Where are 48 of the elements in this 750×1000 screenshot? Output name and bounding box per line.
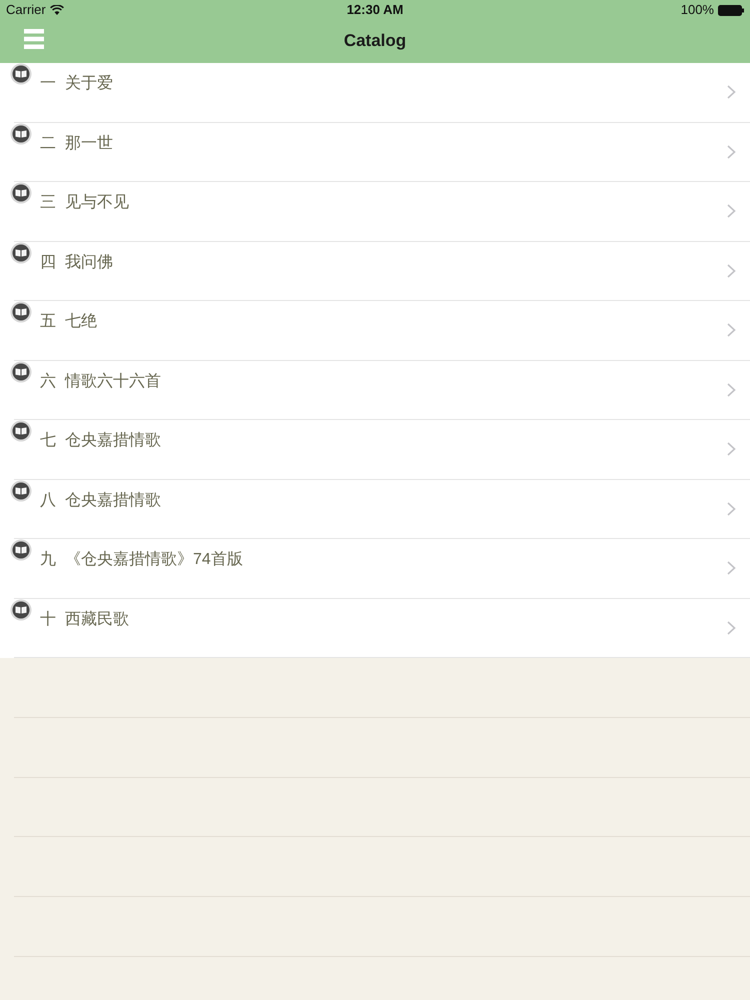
chapter-title: 仓央嘉措情歌 [65,430,161,451]
chapter-number: 五 [40,312,56,332]
chevron-right-icon [727,561,736,575]
chapter-number: 四 [40,252,56,272]
chapter-number: 二 [40,134,56,154]
book-icon [10,480,32,502]
carrier-label: Carrier [6,1,46,20]
chapter-title: 关于爱 [65,74,113,94]
chevron-right-icon [727,144,736,158]
chevron-right-icon [727,323,736,337]
wifi-icon [50,5,64,15]
chapter-title: 那一世 [65,134,113,154]
chevron-right-icon [727,502,736,516]
chapter-title: 西藏民歌 [65,610,129,630]
chapter-title: 七绝 [65,312,97,332]
chapter-title: 《仓央嘉措情歌》74首版 [65,550,243,570]
menu-button[interactable] [22,27,46,51]
chevron-right-icon [727,264,736,278]
chapter-number: 八 [40,490,56,510]
chapter-number: 三 [40,193,56,213]
battery-icon [718,4,744,16]
chapter-number: 六 [40,372,56,392]
chevron-right-icon [727,442,736,456]
status-time: 12:30 AM [346,1,404,20]
chapter-title: 情歌六十六首 [65,372,161,392]
menu-icon [24,29,44,49]
book-icon [10,242,32,264]
navigation-title: Catalog [344,30,406,52]
book-icon [10,360,32,382]
chapter-number: 九 [40,550,56,570]
chevron-right-icon [727,204,736,218]
book-icon [10,598,32,620]
book-icon [10,63,32,85]
chapter-title: 见与不见 [65,192,129,213]
chapter-number: 十 [40,610,56,630]
book-icon [10,122,32,144]
book-icon [10,420,32,442]
chapter-number: 一 [40,74,56,94]
battery-percentage: 100% [680,1,714,20]
chapter-number: 七 [40,430,56,451]
chapter-title: 仓央嘉措情歌 [65,490,161,510]
chevron-right-icon [727,620,736,634]
book-icon [10,182,32,204]
chevron-right-icon [727,85,736,99]
book-icon [10,301,32,323]
chapter-title: 我问佛 [65,252,113,272]
book-icon [10,539,32,561]
chevron-right-icon [727,382,736,396]
